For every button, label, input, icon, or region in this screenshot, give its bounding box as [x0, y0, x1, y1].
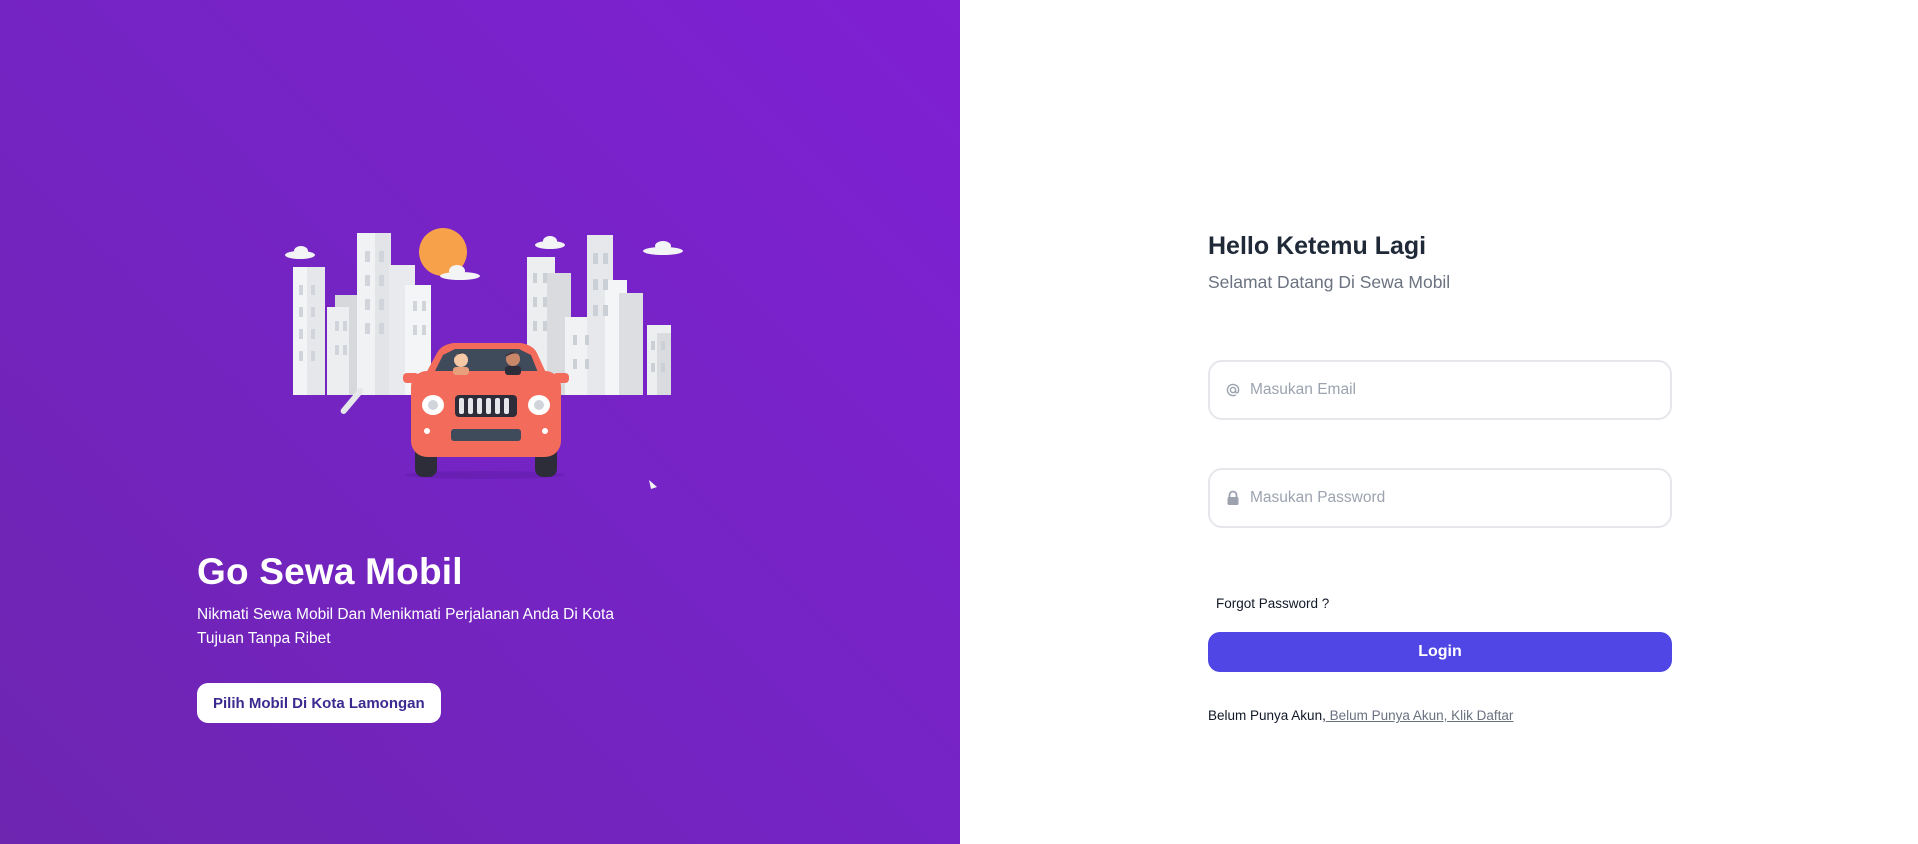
city-car-illustration: [285, 228, 683, 489]
login-title: Hello Ketemu Lagi: [1208, 232, 1427, 260]
signup-row: Belum Punya Akun, Belum Punya Akun, Klik…: [1208, 708, 1513, 723]
lock-icon: [1224, 489, 1242, 507]
hero-title: Go Sewa Mobil: [197, 551, 463, 592]
email-field[interactable]: [1208, 360, 1672, 420]
email-input[interactable]: [1250, 368, 1660, 412]
at-icon: [1224, 381, 1242, 399]
login-button[interactable]: Login: [1208, 632, 1672, 672]
hero-subtitle: Nikmati Sewa Mobil Dan Menikmati Perjala…: [197, 606, 614, 647]
forgot-password-link[interactable]: Forgot Password ?: [1216, 596, 1329, 611]
password-input[interactable]: [1250, 476, 1660, 520]
choose-car-button[interactable]: Pilih Mobil Di Kota Lamongan: [197, 683, 441, 723]
left-buildings: [293, 233, 431, 395]
signup-link[interactable]: Belum Punya Akun, Klik Daftar: [1326, 708, 1514, 723]
login-subtitle: Selamat Datang Di Sewa Mobil: [1208, 272, 1451, 292]
signup-prefix: Belum Punya Akun,: [1208, 708, 1326, 723]
hero-panel: Go Sewa Mobil Nikmati Sewa Mobil Dan Men…: [0, 0, 960, 844]
password-field[interactable]: [1208, 468, 1672, 528]
cloud-shapes: [285, 236, 683, 280]
right-buildings: [527, 235, 671, 395]
